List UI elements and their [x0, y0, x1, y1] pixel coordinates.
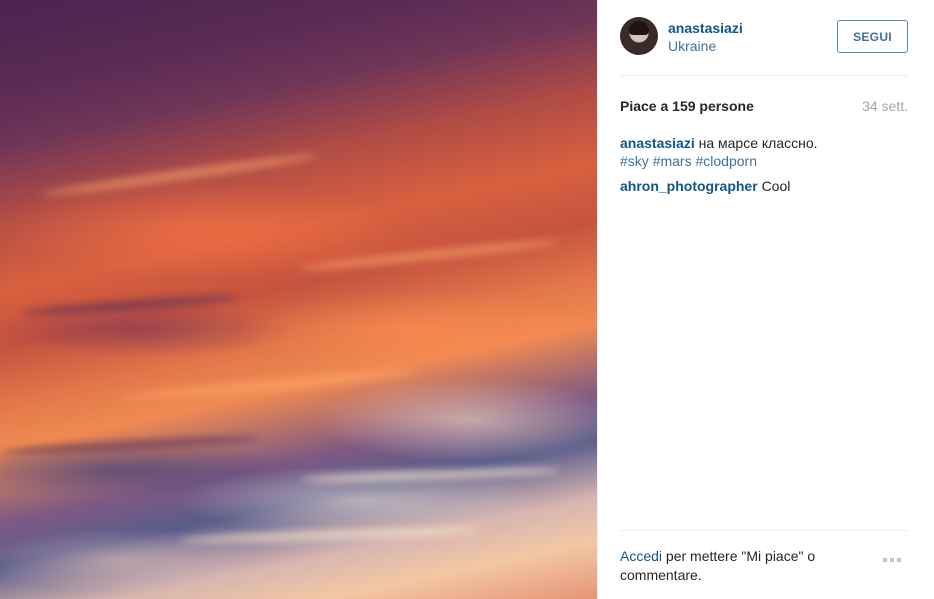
post-location-link[interactable]: Ukraine	[668, 38, 716, 54]
comment-text: на марсе классно.	[698, 135, 818, 151]
hashtag-link[interactable]: #clodporn	[695, 153, 757, 169]
cloud-streak	[0, 433, 261, 457]
more-options-icon[interactable]	[883, 558, 901, 562]
post-timestamp[interactable]: 34 sett.	[862, 98, 908, 114]
post-username-link[interactable]: anastasiazi	[668, 20, 743, 36]
login-prompt: Accedi per mettere "Mi piace" o commenta…	[620, 547, 850, 585]
dot-icon	[890, 558, 894, 562]
comment-text: Cool	[761, 178, 791, 194]
follow-button[interactable]: SEGUI	[837, 20, 908, 53]
cloud-streak	[19, 292, 241, 318]
comment-username-link[interactable]: anastasiazi	[620, 135, 695, 151]
dot-icon	[897, 558, 901, 562]
cloud-streak	[40, 150, 320, 200]
hashtag-link[interactable]: #sky	[620, 153, 649, 169]
footer-divider	[620, 530, 908, 531]
cloud-streak	[120, 366, 420, 404]
likes-count[interactable]: Piace a 159 persone	[620, 98, 754, 114]
comment-username-link[interactable]: ahron_photographer	[620, 178, 758, 194]
cloud-streak	[179, 524, 481, 546]
cloud-streak	[299, 465, 561, 485]
comment-item: ahron_photographer Cool	[620, 177, 908, 195]
login-link[interactable]: Accedi	[620, 548, 662, 564]
post-side-panel: anastasiazi Ukraine SEGUI Piace a 159 pe…	[598, 0, 934, 599]
post-photo	[0, 0, 597, 599]
hashtag-link[interactable]: #mars	[653, 153, 692, 169]
avatar[interactable]	[620, 17, 658, 55]
header-divider	[620, 75, 908, 76]
comment-item: anastasiazi на марсе классно. #sky #mars…	[620, 134, 908, 170]
cloud-streak	[300, 236, 560, 274]
dot-icon	[883, 558, 887, 562]
